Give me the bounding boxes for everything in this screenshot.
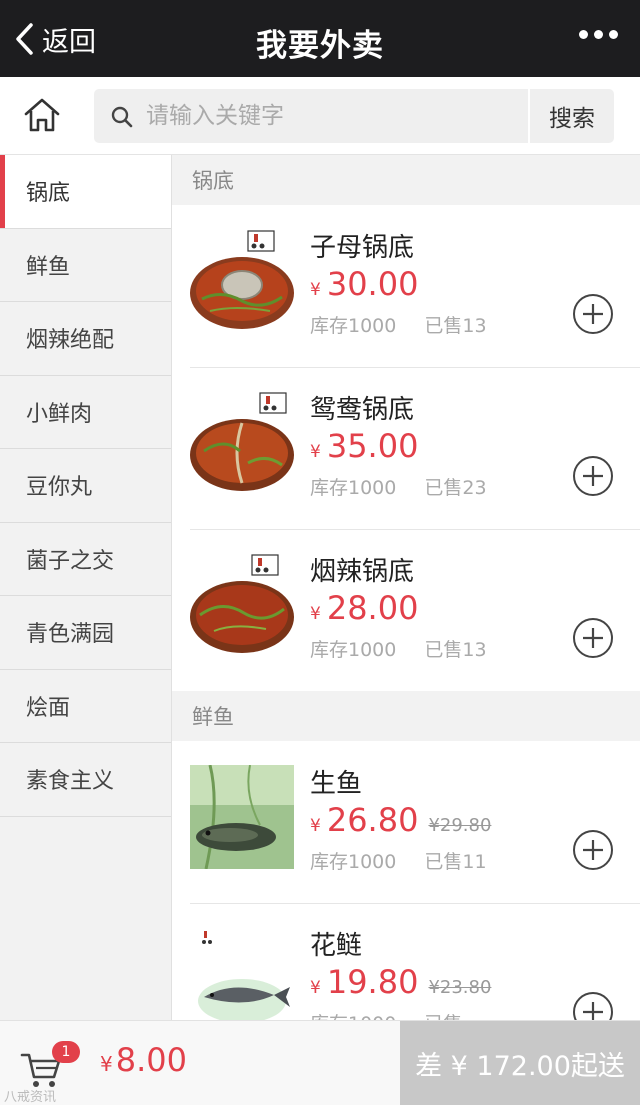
product-meta: 库存1000 已售 bbox=[310, 1009, 462, 1020]
stock-count: 库存1000 bbox=[310, 1009, 396, 1020]
hotpot-image bbox=[190, 392, 294, 491]
sold-count: 已售13 bbox=[424, 315, 487, 337]
total-value: 8.00 bbox=[115, 1041, 187, 1079]
dot-icon bbox=[579, 30, 588, 39]
page-title: 我要外卖 bbox=[256, 28, 384, 64]
cart-total: ¥ 8.00 bbox=[100, 1041, 187, 1079]
sidebar-item-spicy-pairing[interactable]: 烟辣绝配 bbox=[0, 302, 171, 376]
stock-count: 库存1000 bbox=[310, 477, 397, 499]
stock-count: 库存1000 bbox=[310, 851, 397, 873]
stock-count: 库存1000 bbox=[310, 639, 397, 661]
product-name: 烟辣锅底 bbox=[310, 557, 415, 587]
product-item[interactable]: 烟辣锅底 ¥ 28.00 库存1000 已售13 bbox=[172, 529, 640, 691]
currency-symbol: ¥ bbox=[100, 1052, 113, 1076]
currency-symbol: ¥ bbox=[310, 978, 321, 998]
product-item[interactable]: 鸳鸯锅底 ¥ 35.00 库存1000 已售23 bbox=[172, 367, 640, 529]
search-button[interactable]: 搜索 bbox=[528, 89, 614, 143]
price: ¥ 26.80 ¥29.80 bbox=[310, 801, 491, 839]
currency-symbol: ¥ bbox=[310, 442, 321, 462]
stock-count: 库存1000 bbox=[310, 315, 397, 337]
sold-count: 已售 bbox=[424, 1009, 462, 1020]
checkout-button[interactable]: 差 ¥ 172.00起送 bbox=[400, 1021, 640, 1105]
add-to-cart-icon[interactable] bbox=[572, 293, 614, 335]
price-value: 35.00 bbox=[326, 427, 419, 465]
sidebar-item-vegetables[interactable]: 青色满园 bbox=[0, 596, 171, 670]
search-box: 搜索 bbox=[94, 89, 614, 143]
product-meta: 库存1000 已售11 bbox=[310, 847, 487, 874]
product-item[interactable]: 子母锅底 ¥ 30.00 库存1000 已售13 bbox=[172, 205, 640, 367]
fish-image bbox=[190, 765, 294, 869]
section-title: 鲜鱼 bbox=[172, 691, 640, 741]
sold-count: 已售11 bbox=[424, 851, 487, 873]
price-value: 30.00 bbox=[326, 265, 419, 303]
hotpot-image bbox=[190, 554, 294, 653]
search-input[interactable] bbox=[146, 89, 516, 143]
product-list: 锅底 子母锅底 ¥ 30.00 库存1000 已售13 鸳鸯锅底 ¥ 35.00… bbox=[172, 155, 640, 1020]
watermark: 八戒资讯 bbox=[4, 1090, 57, 1105]
add-to-cart-icon[interactable] bbox=[572, 455, 614, 497]
product-name: 子母锅底 bbox=[310, 233, 415, 263]
sidebar-item-vegetarian[interactable]: 素食主义 bbox=[0, 743, 171, 817]
cart-count-badge: 1 bbox=[52, 1041, 80, 1063]
currency-symbol: ¥ bbox=[310, 604, 321, 624]
original-price: ¥29.80 bbox=[428, 815, 492, 836]
product-item[interactable]: 生鱼 ¥ 26.80 ¥29.80 库存1000 已售11 bbox=[172, 741, 640, 903]
original-price: ¥23.80 bbox=[428, 977, 492, 998]
cart-bar: 1 ¥ 8.00 差 ¥ 172.00起送 bbox=[0, 1020, 640, 1105]
price-value: 26.80 bbox=[326, 801, 419, 839]
search-bar: 搜索 bbox=[0, 77, 640, 155]
dot-icon bbox=[609, 30, 618, 39]
price-value: 19.80 bbox=[326, 963, 419, 1001]
product-meta: 库存1000 已售23 bbox=[310, 473, 487, 500]
category-sidebar: 锅底 鲜鱼 烟辣绝配 小鲜肉 豆你丸 菌子之交 青色满园 烩面 素食主义 bbox=[0, 155, 172, 1020]
section-title: 锅底 bbox=[172, 155, 640, 205]
product-item[interactable]: 花鲢 ¥ 19.80 ¥23.80 库存1000 已售 bbox=[172, 903, 640, 1020]
top-bar: 返回 我要外卖 bbox=[0, 0, 640, 77]
product-name: 鸳鸯锅底 bbox=[310, 395, 415, 425]
more-menu-button[interactable] bbox=[579, 30, 618, 39]
hotpot-image bbox=[190, 230, 294, 329]
currency-symbol: ¥ bbox=[310, 280, 321, 300]
price: ¥ 19.80 ¥23.80 bbox=[310, 963, 491, 1001]
product-name: 生鱼 bbox=[310, 769, 363, 799]
search-icon bbox=[111, 106, 133, 128]
price-value: 28.00 bbox=[326, 589, 419, 627]
sidebar-item-balls[interactable]: 豆你丸 bbox=[0, 449, 171, 523]
price: ¥ 30.00 bbox=[310, 265, 418, 303]
product-name: 花鲢 bbox=[310, 931, 363, 961]
sold-count: 已售23 bbox=[424, 477, 487, 499]
add-to-cart-icon[interactable] bbox=[572, 829, 614, 871]
product-meta: 库存1000 已售13 bbox=[310, 635, 487, 662]
price: ¥ 28.00 bbox=[310, 589, 418, 627]
sidebar-item-noodles[interactable]: 烩面 bbox=[0, 670, 171, 743]
dot-icon bbox=[594, 30, 603, 39]
sidebar-item-fresh-fish[interactable]: 鲜鱼 bbox=[0, 229, 171, 302]
sidebar-item-fresh-meat[interactable]: 小鲜肉 bbox=[0, 376, 171, 449]
currency-symbol: ¥ bbox=[310, 816, 321, 836]
sidebar-item-hotpot-base[interactable]: 锅底 bbox=[0, 155, 171, 229]
add-to-cart-icon[interactable] bbox=[572, 617, 614, 659]
add-to-cart-icon[interactable] bbox=[572, 991, 614, 1020]
home-icon[interactable] bbox=[22, 95, 62, 135]
sidebar-item-mushrooms[interactable]: 菌子之交 bbox=[0, 523, 171, 596]
price: ¥ 35.00 bbox=[310, 427, 418, 465]
fish-image bbox=[190, 927, 294, 1020]
product-meta: 库存1000 已售13 bbox=[310, 311, 487, 338]
sold-count: 已售13 bbox=[424, 639, 487, 661]
